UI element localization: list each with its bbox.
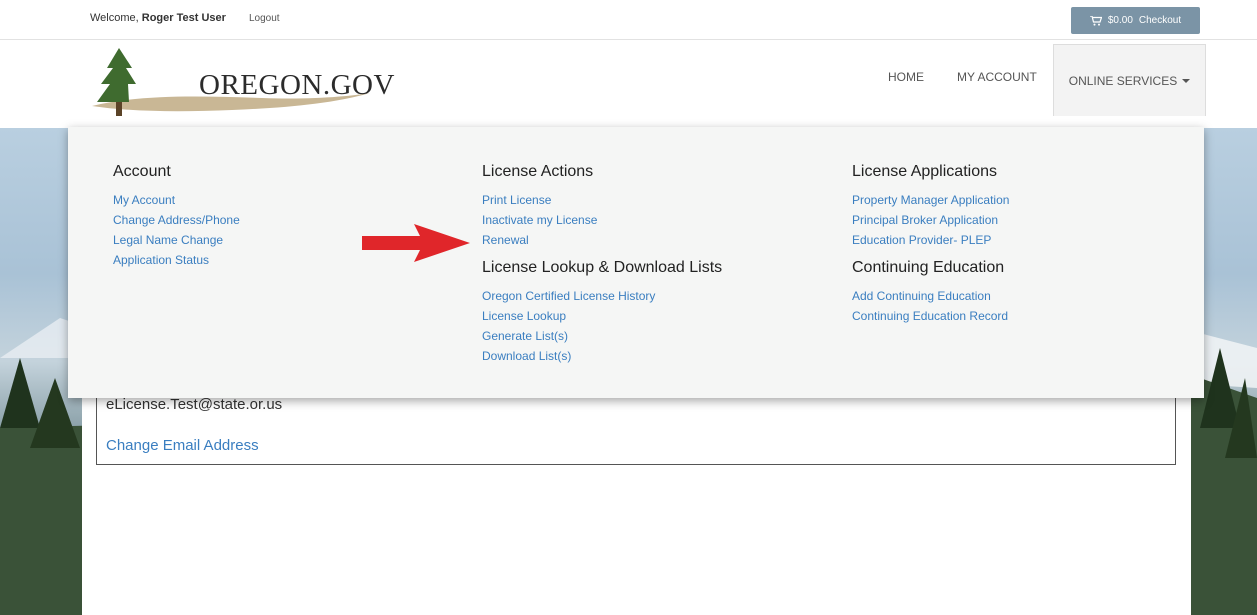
link-generate-lists[interactable]: Generate List(s) xyxy=(482,326,722,346)
link-print-license[interactable]: Print License xyxy=(482,190,722,210)
link-legal-name-change[interactable]: Legal Name Change xyxy=(113,230,240,250)
link-inactivate-license[interactable]: Inactivate my License xyxy=(482,210,722,230)
account-content-card: eLicense.Test@state.or.us Change Email A… xyxy=(82,360,1191,615)
link-continuing-education-record[interactable]: Continuing Education Record xyxy=(852,306,1009,326)
link-education-provider-plep[interactable]: Education Provider- PLEP xyxy=(852,230,1009,250)
account-heading: Account xyxy=(113,163,171,180)
email-address: eLicense.Test@state.or.us xyxy=(106,396,283,413)
account-column: Account My Account Change Address/Phone … xyxy=(113,163,240,270)
link-add-continuing-education[interactable]: Add Continuing Education xyxy=(852,286,1009,306)
caret-down-icon xyxy=(1182,78,1191,83)
link-renewal[interactable]: Renewal xyxy=(482,230,722,250)
license-applications-heading: License Applications xyxy=(852,163,997,180)
nav-online-services[interactable]: ONLINE SERVICES xyxy=(1053,44,1206,116)
license-actions-heading: License Actions xyxy=(482,163,594,180)
welcome-message: Welcome, Roger Test User xyxy=(90,12,226,24)
license-applications-column: License Applications Property Manager Ap… xyxy=(852,163,1009,326)
nav-home[interactable]: HOME xyxy=(888,70,924,84)
logout-link[interactable]: Logout xyxy=(249,13,280,24)
link-download-lists[interactable]: Download List(s) xyxy=(482,346,722,366)
red-arrow-icon xyxy=(362,224,470,262)
oregon-gov-logo[interactable]: OREGON.GOV xyxy=(82,46,394,124)
nav-my-account[interactable]: MY ACCOUNT xyxy=(957,70,1037,84)
link-license-lookup[interactable]: License Lookup xyxy=(482,306,722,326)
site-header: OREGON.GOV HOME MY ACCOUNT ONLINE SERVIC… xyxy=(0,40,1257,128)
link-change-address-phone[interactable]: Change Address/Phone xyxy=(113,210,240,230)
nav-online-services-label: ONLINE SERVICES xyxy=(1068,73,1178,88)
license-lookup-heading: License Lookup & Download Lists xyxy=(482,259,723,276)
link-my-account[interactable]: My Account xyxy=(113,190,240,210)
online-services-dropdown: Account My Account Change Address/Phone … xyxy=(68,127,1204,398)
license-actions-column: License Actions Print License Inactivate… xyxy=(482,163,722,366)
cart-amount: $0.00 xyxy=(1107,15,1133,26)
continuing-education-heading: Continuing Education xyxy=(852,259,1005,276)
user-name: Roger Test User xyxy=(141,12,226,24)
cart-icon xyxy=(1089,15,1102,26)
link-principal-broker-application[interactable]: Principal Broker Application xyxy=(852,210,1009,230)
top-bar: Welcome, Roger Test User Logout $0.00 Ch… xyxy=(0,0,1257,40)
welcome-prefix: Welcome, xyxy=(90,12,139,24)
link-oregon-certified-license-history[interactable]: Oregon Certified License History xyxy=(482,286,722,306)
link-application-status[interactable]: Application Status xyxy=(113,250,240,270)
checkout-label: Checkout xyxy=(1138,15,1182,26)
logo-text: OREGON.GOV xyxy=(199,69,395,101)
change-email-link[interactable]: Change Email Address xyxy=(106,437,259,454)
link-property-manager-application[interactable]: Property Manager Application xyxy=(852,190,1009,210)
checkout-button[interactable]: $0.00 Checkout xyxy=(1071,7,1200,34)
